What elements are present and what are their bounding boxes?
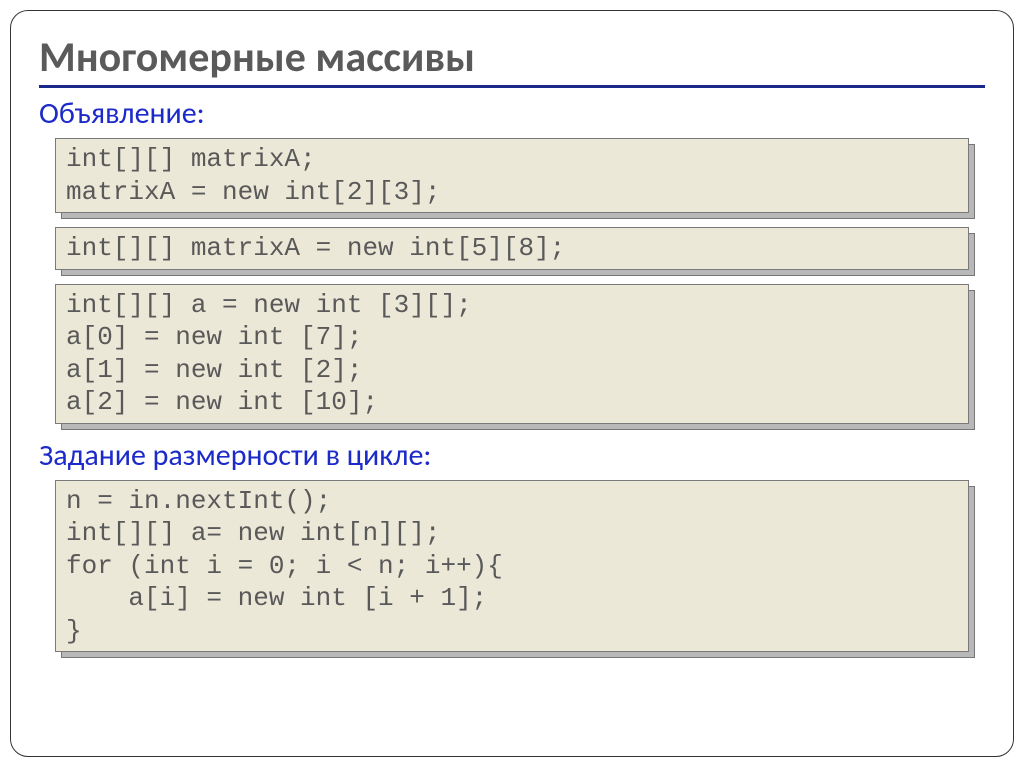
title-rule bbox=[39, 85, 985, 88]
section-declaration: Объявление: bbox=[39, 96, 985, 132]
code-block-4-wrap: n = in.nextInt(); int[][] a= new int[n][… bbox=[55, 480, 969, 653]
code-block-2: int[][] matrixA = new int[5][8]; bbox=[55, 227, 969, 270]
code-block-4: n = in.nextInt(); int[][] a= new int[n][… bbox=[55, 480, 969, 653]
code-block-1-wrap: int[][] matrixA; matrixA = new int[2][3]… bbox=[55, 138, 969, 213]
slide-frame: Многомерные массивы Объявление: int[][] … bbox=[10, 10, 1014, 757]
code-block-1: int[][] matrixA; matrixA = new int[2][3]… bbox=[55, 138, 969, 213]
code-block-2-wrap: int[][] matrixA = new int[5][8]; bbox=[55, 227, 969, 270]
code-block-3: int[][] a = new int [3][]; a[0] = new in… bbox=[55, 284, 969, 424]
slide-title: Многомерные массивы bbox=[39, 35, 985, 81]
code-block-3-wrap: int[][] a = new int [3][]; a[0] = new in… bbox=[55, 284, 969, 424]
section-loop-sizing: Задание размерности в цикле: bbox=[39, 438, 985, 474]
